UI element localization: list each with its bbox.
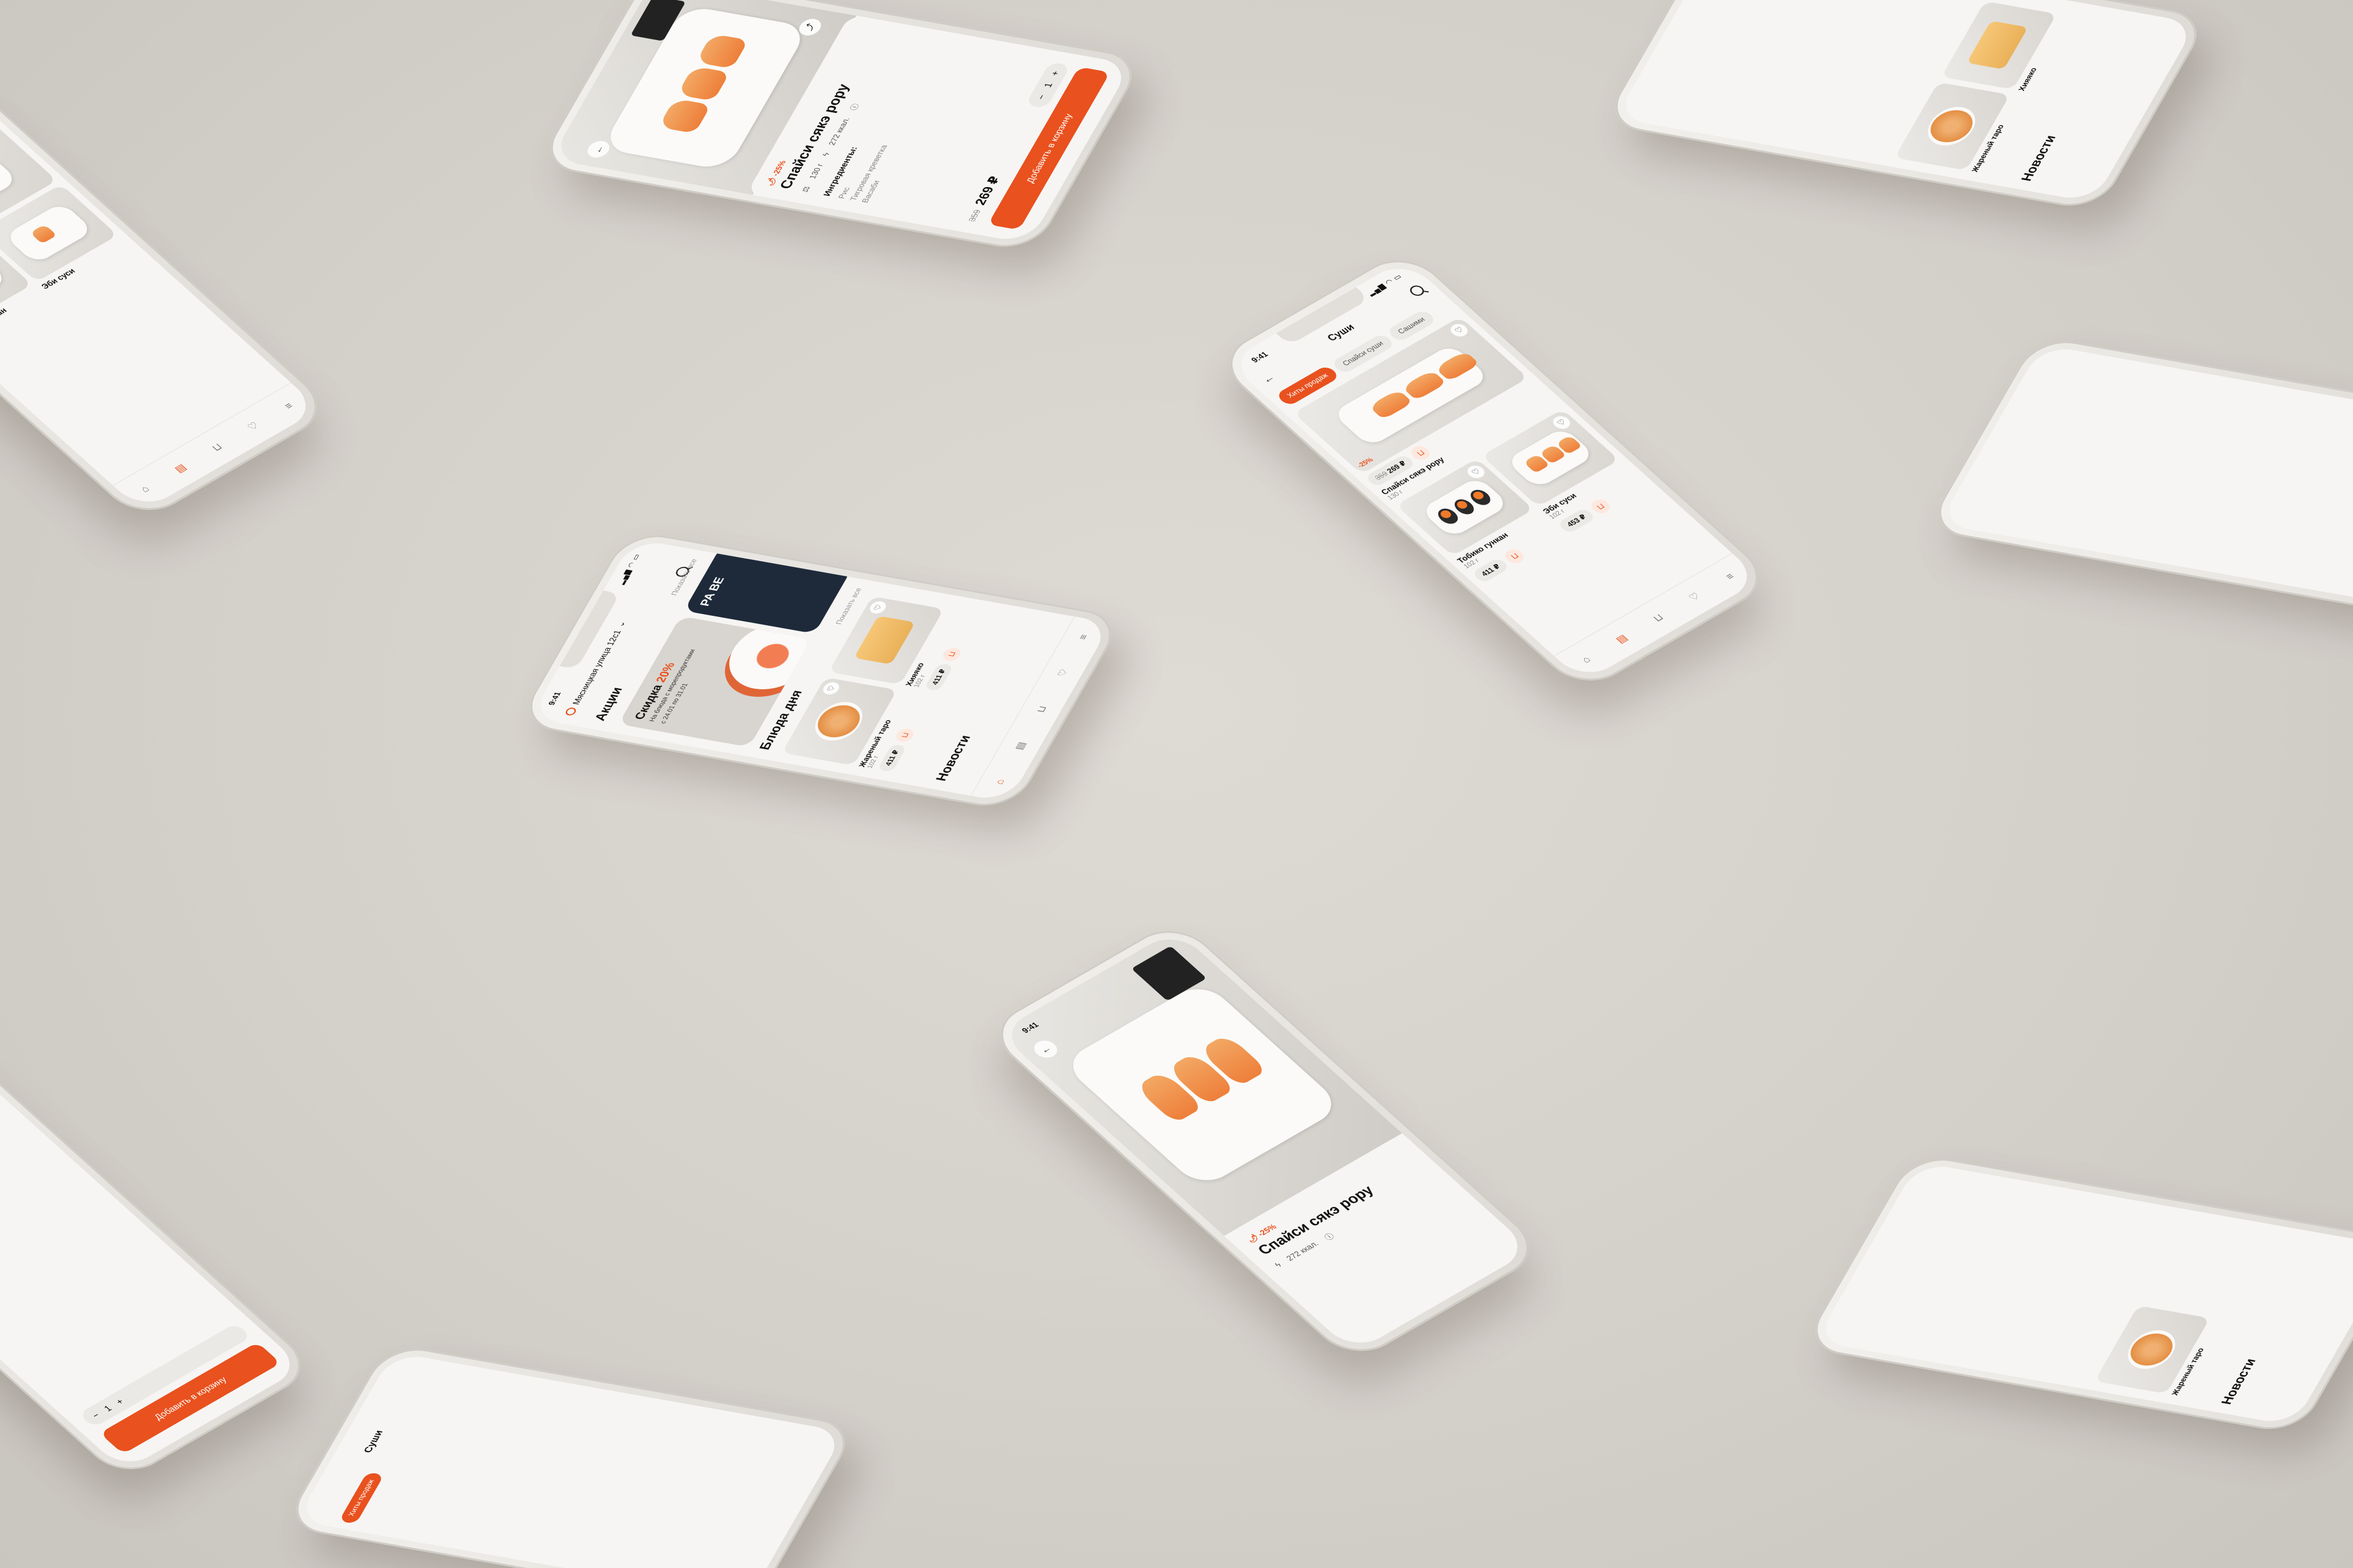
heart-icon[interactable]: ♡ <box>1055 668 1071 678</box>
menu-icon[interactable]: ▤ <box>1012 741 1028 750</box>
heart-icon[interactable]: ♡ <box>1447 321 1471 339</box>
menu-icon[interactable]: ▤ <box>172 462 189 475</box>
phone-menu-partial-bottom: Хиты продаж Суши <box>282 1343 859 1568</box>
news-title: Новости <box>2218 1357 2259 1406</box>
quantity-value: 1 <box>101 1403 114 1413</box>
home-screen: Жареный таро Новости <box>1815 1162 2353 1426</box>
phone-home: 9:41 ▂▄▆ ◠ ▭ Мясницкая улица 12с1 ⌄ Акци… <box>516 529 1125 812</box>
menu-icon[interactable]: ▤ <box>1613 632 1631 645</box>
menu-title: Суши <box>361 1429 386 1454</box>
price: 269 ₽ <box>1385 459 1408 475</box>
home-screen: Жареный таро Хияяко Новости <box>1615 0 2197 203</box>
phone-menu-partial-left: Тобико гункан Эби суси ⌂ ▤ ⊔ ♡ ≡ <box>0 77 335 523</box>
plus-icon[interactable]: + <box>114 1397 126 1406</box>
basket-icon[interactable]: ⊔ <box>209 441 225 453</box>
phone-detail-photo: 9:41 ← 🌶 -25% Спайси сякэ рору ϟ 272 ккал… <box>982 918 1547 1364</box>
basket-icon[interactable]: ⊔ <box>940 646 964 662</box>
heart-icon[interactable]: ♡ <box>245 420 262 433</box>
omelet-shape <box>1967 21 2029 70</box>
home-icon[interactable]: ⌂ <box>993 778 1007 785</box>
phone-detail: ← ⤴ 🌶 -25% Спайси сякэ рору ⚖ 130 г ϟ 272 … <box>536 0 1146 253</box>
status-time: 9:41 <box>1249 350 1271 365</box>
dish-card[interactable]: Жареный таро <box>2094 1305 2222 1396</box>
plus-icon[interactable]: + <box>1048 70 1061 76</box>
basket-icon[interactable]: ⊔ <box>1650 612 1666 624</box>
basket-icon[interactable]: ⊔ <box>893 727 917 743</box>
phone-home-partial-top-right: Жареный таро Хияяко Новости <box>1601 0 2211 212</box>
home-icon[interactable]: ⌂ <box>1579 654 1593 665</box>
tempura-shape <box>806 698 871 744</box>
basket-icon[interactable]: ⊔ <box>1034 705 1049 713</box>
dish-image <box>1941 1 2057 90</box>
purchase-panel: 359 269 ₽ − 1 + Добавить в корзину <box>959 61 1111 231</box>
detail-screen: ← ⤴ 🌶 -25% Спайси сякэ рору ⚖ 130 г ϟ 272 … <box>550 0 1132 244</box>
show-all-link[interactable]: Показать все <box>670 558 699 596</box>
tab-bar: ⌂ ▤ ⊔ ♡ ≡ <box>112 382 321 512</box>
tempura-shape <box>2119 1327 2184 1372</box>
product-grid: Тобико гункан Эби суси <box>0 119 128 340</box>
promos-title: Акции <box>592 686 626 722</box>
heart-icon[interactable]: ♡ <box>820 681 842 696</box>
heart-icon[interactable]: ♡ <box>1686 590 1703 603</box>
promo2-title: PA BE <box>697 576 727 608</box>
discount-badge: -25% <box>1356 456 1375 470</box>
energy-icon: ϟ <box>1272 1260 1284 1269</box>
home-screen: 9:41 ▂▄▆ ◠ ▭ Мясницкая улица 12с1 ⌄ Акци… <box>529 538 1112 803</box>
menu-screen: 9:41 ▂▄▆ ◠ ▭ ← Суши Хиты продаж Спайси с… <box>1227 258 1762 683</box>
tab-bar: ⌂ ▤ ⊔ ♡ ≡ <box>971 616 1112 803</box>
quantity-value: 1 <box>1041 82 1055 89</box>
dish-card[interactable]: Жареный таро <box>1894 82 2022 173</box>
phone-detail-partial-bottom-left: −1 + Добавить в корзину <box>0 1036 318 1482</box>
phone-menu: 9:41 ▂▄▆ ◠ ▭ ← Суши Хиты продаж Спайси с… <box>1212 248 1777 693</box>
mockup-scene: 9:41 ▂▄▆ ◠ ▭ ← Суши Хиты продаж Спайси с… <box>0 0 2353 1568</box>
dish-image <box>2094 1305 2210 1394</box>
dish-card[interactable]: Хияяко <box>1941 1 2069 92</box>
more-icon[interactable]: ≡ <box>1723 571 1737 582</box>
weight-icon: ⚖ <box>799 185 812 193</box>
info-icon[interactable]: ⓘ <box>847 103 862 111</box>
minus-icon[interactable]: − <box>90 1410 102 1420</box>
phone-detail-partial-right: 269 ₽ Добавить в корзину <box>1925 335 2353 618</box>
detail-photo-screen: 9:41 ← 🌶 -25% Спайси сякэ рору ϟ 272 ккал… <box>997 929 1532 1353</box>
info-icon[interactable]: ⓘ <box>1321 1230 1337 1242</box>
more-icon[interactable]: ≡ <box>282 401 295 411</box>
minus-icon[interactable]: − <box>1035 94 1048 101</box>
phone-home-partial-bottom-right: Жареный таро Новости <box>1801 1153 2353 1435</box>
omelet-shape <box>854 615 916 665</box>
old-price: 359 <box>966 209 983 222</box>
tab-bar: ⌂ ▤ ⊔ ♡ ≡ <box>1554 553 1762 683</box>
tempura-shape <box>1919 104 1984 149</box>
price: 269 ₽ <box>972 175 1003 206</box>
heart-icon[interactable]: ♡ <box>867 600 889 615</box>
purchase-panel: −1 + Добавить в корзину <box>78 1323 281 1454</box>
dish-image <box>1894 82 2010 171</box>
status-time: 9:41 <box>546 691 563 706</box>
energy-icon: ϟ <box>820 152 832 157</box>
basket-icon[interactable]: ⊔ <box>1501 546 1528 566</box>
heart-icon[interactable]: ♡ <box>1464 463 1488 481</box>
basket-icon[interactable]: ⊔ <box>1407 443 1434 463</box>
chevron-down-icon: ⌄ <box>614 620 628 628</box>
location-pin-icon <box>564 706 578 716</box>
detail-screen: 269 ₽ Добавить в корзину <box>1938 344 2353 609</box>
old-price: 359 <box>1373 470 1390 482</box>
news-title: Новости <box>933 734 974 782</box>
menu-screen: Хиты продаж Суши <box>295 1352 846 1568</box>
menu-screen: Тобико гункан Эби суси ⌂ ▤ ⊔ ♡ ≡ <box>0 88 321 512</box>
home-icon[interactable]: ⌂ <box>138 483 152 494</box>
news-title: Новости <box>2018 134 2059 182</box>
more-icon[interactable]: ≡ <box>1076 633 1091 640</box>
detail-screen: −1 + Добавить в корзину <box>0 1046 304 1471</box>
product-weight: 130 г <box>807 163 825 180</box>
heart-icon[interactable]: ♡ <box>1549 413 1574 432</box>
